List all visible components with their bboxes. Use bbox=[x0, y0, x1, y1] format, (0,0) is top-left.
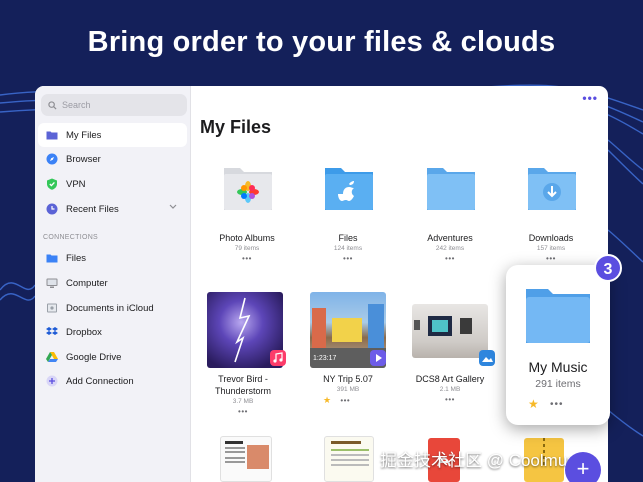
folder-tile-files[interactable]: Files 124 items ••• bbox=[303, 162, 393, 263]
sidebar-item-label: Recent Files bbox=[66, 203, 119, 215]
downloads-folder-icon bbox=[528, 168, 576, 210]
folder-name: Downloads bbox=[528, 233, 574, 243]
search-icon bbox=[48, 100, 57, 110]
more-icon[interactable]: ••• bbox=[303, 254, 393, 263]
document-thumbnail[interactable] bbox=[220, 436, 272, 482]
file-tile-dcs8-art-gallery[interactable]: DCS8 Art Gallery 2.1 MB ••• bbox=[405, 292, 495, 404]
sidebar-item-documents-in-icloud[interactable]: Documents in iCloud bbox=[38, 296, 187, 320]
more-icon[interactable]: ••• bbox=[340, 396, 350, 405]
star-icon[interactable]: ★ bbox=[528, 397, 539, 411]
search-placeholder: Search bbox=[62, 100, 91, 110]
folder-tile-downloads[interactable]: Downloads 157 items ••• bbox=[506, 162, 596, 263]
popout-name: My Music bbox=[528, 359, 588, 375]
plus-icon bbox=[46, 375, 58, 387]
more-icon[interactable]: ••• bbox=[405, 395, 495, 404]
sidebar-item-google-drive[interactable]: Google Drive bbox=[38, 345, 187, 369]
sidebar-item-label: Add Connection bbox=[66, 375, 134, 387]
popout-meta: 291 items bbox=[535, 378, 581, 390]
drag-count-badge: 3 bbox=[594, 254, 622, 282]
folder-meta: 242 items bbox=[435, 245, 465, 252]
sidebar: Search My Files Browser VPN Recent Files… bbox=[35, 86, 191, 482]
sidebar-item-vpn[interactable]: VPN bbox=[38, 172, 187, 196]
more-icon[interactable]: ••• bbox=[405, 254, 495, 263]
sidebar-item-computer[interactable]: Computer bbox=[38, 271, 187, 295]
more-icon[interactable]: ••• bbox=[198, 407, 288, 416]
file-actions: ★ ••• bbox=[303, 395, 393, 406]
folder-tile-adventures[interactable]: Adventures 242 items ••• bbox=[405, 162, 495, 263]
sidebar-item-label: Documents in iCloud bbox=[66, 302, 154, 314]
drag-preview-my-music[interactable]: My Music 291 items ★ ••• bbox=[506, 265, 610, 425]
clock-icon bbox=[46, 203, 58, 215]
more-button[interactable]: ••• bbox=[582, 91, 598, 105]
headline: Bring order to your files & clouds bbox=[87, 26, 556, 58]
more-icon[interactable]: ••• bbox=[202, 254, 292, 263]
file-meta: 2.1 MB bbox=[439, 386, 461, 393]
photo-albums-folder-icon bbox=[224, 168, 272, 210]
sidebar-item-recent-files[interactable]: Recent Files bbox=[38, 197, 187, 221]
sidebar-item-dropbox[interactable]: Dropbox bbox=[38, 320, 187, 344]
my-music-folder-icon bbox=[526, 289, 590, 343]
document-icon bbox=[46, 302, 58, 314]
add-button[interactable]: + bbox=[565, 452, 601, 482]
sidebar-item-label: Browser bbox=[66, 153, 101, 165]
art-gallery-thumbnail bbox=[412, 304, 488, 358]
sidebar-item-add-connection[interactable]: Add Connection bbox=[38, 369, 187, 393]
shield-icon bbox=[46, 178, 58, 190]
folder-icon bbox=[46, 252, 58, 264]
folder-icon bbox=[46, 129, 58, 141]
sidebar-item-files[interactable]: Files bbox=[38, 246, 187, 270]
connections-section-label: CONNECTIONS bbox=[43, 234, 99, 241]
watermark: 掘金技术社区 @ Coolmuster bbox=[380, 451, 596, 470]
sidebar-item-label: My Files bbox=[66, 129, 102, 141]
sidebar-item-label: Files bbox=[66, 252, 87, 264]
image-icon bbox=[479, 350, 495, 366]
sidebar-item-label: Google Drive bbox=[66, 351, 122, 363]
dropbox-icon bbox=[46, 326, 58, 338]
folder-name: Files bbox=[338, 233, 358, 243]
folder-name: Adventures bbox=[427, 233, 473, 243]
folder-meta: 157 items bbox=[536, 245, 566, 252]
sidebar-item-label: VPN bbox=[66, 178, 86, 190]
sidebar-item-label: Computer bbox=[66, 277, 108, 289]
chevron-down-icon[interactable] bbox=[169, 204, 177, 210]
star-icon[interactable]: ★ bbox=[323, 395, 332, 405]
folder-meta: 79 items bbox=[234, 245, 260, 252]
folder-name: Photo Albums bbox=[219, 233, 275, 243]
file-tile-ny-trip[interactable]: 1:23:17 NY Trip 5.07 391 MB ★ ••• bbox=[303, 292, 393, 406]
compass-icon bbox=[46, 153, 58, 165]
folder-meta: 124 items bbox=[333, 245, 363, 252]
computer-icon bbox=[46, 277, 58, 289]
file-tile-trevor-bird-thunderstorm[interactable]: Trevor Bird - Thunderstorm 3.7 MB ••• bbox=[198, 292, 288, 416]
video-play-icon bbox=[370, 350, 386, 366]
adventures-folder-icon bbox=[427, 168, 475, 210]
file-meta: 391 MB bbox=[336, 386, 360, 393]
video-duration: 1:23:17 bbox=[313, 355, 337, 362]
file-meta: 3.7 MB bbox=[232, 398, 254, 405]
sidebar-item-browser[interactable]: Browser bbox=[38, 147, 187, 171]
more-icon[interactable]: ••• bbox=[506, 254, 596, 263]
sidebar-item-my-files[interactable]: My Files bbox=[38, 123, 187, 147]
page-title: My Files bbox=[200, 117, 272, 137]
files-folder-icon bbox=[325, 168, 373, 210]
google-drive-icon bbox=[46, 351, 58, 363]
file-name-line2: Thunderstorm bbox=[214, 386, 272, 396]
file-name-line1: DCS8 Art Gallery bbox=[415, 374, 485, 384]
search-input[interactable]: Search bbox=[41, 94, 187, 116]
folder-tile-photo-albums[interactable]: Photo Albums 79 items ••• bbox=[202, 162, 292, 263]
music-icon bbox=[270, 350, 286, 366]
spreadsheet-thumbnail[interactable] bbox=[324, 436, 374, 482]
file-name-line1: Trevor Bird - bbox=[218, 374, 268, 384]
sidebar-item-label: Dropbox bbox=[66, 326, 102, 338]
file-name-line1: NY Trip 5.07 bbox=[323, 374, 373, 384]
more-icon[interactable]: ••• bbox=[550, 399, 564, 410]
